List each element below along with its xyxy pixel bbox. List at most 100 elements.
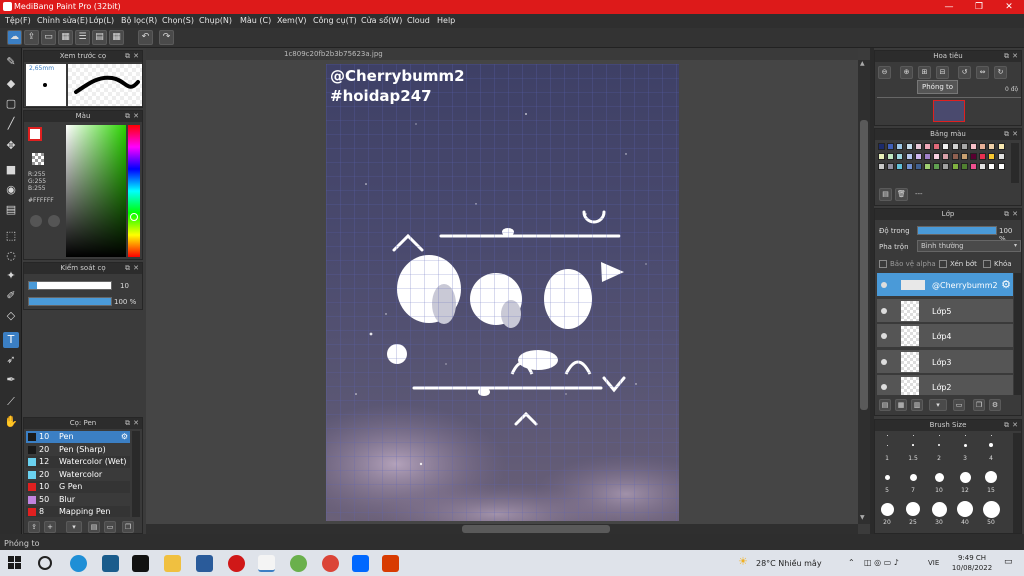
- menu-filter[interactable]: Bộ lọc(R): [121, 16, 157, 25]
- medibang-icon[interactable]: [258, 555, 275, 572]
- hue-handle[interactable]: [130, 213, 138, 221]
- file-explorer-icon[interactable]: [164, 555, 181, 572]
- float-icon[interactable]: ⧉: [1004, 209, 1009, 220]
- bucket-tool-icon[interactable]: ◉: [3, 182, 19, 198]
- float-icon[interactable]: ⧉: [125, 263, 130, 274]
- float-icon[interactable]: ⧉: [125, 418, 130, 429]
- palette-swatch[interactable]: [960, 153, 968, 160]
- palette-swatch[interactable]: [887, 153, 895, 160]
- brush-size-dot[interactable]: [959, 471, 971, 483]
- maximize-button[interactable]: ❐: [964, 0, 994, 14]
- brush-size-dot[interactable]: [991, 435, 992, 436]
- close-icon[interactable]: ✕: [1012, 51, 1018, 62]
- hue-slider[interactable]: [128, 125, 140, 257]
- close-icon[interactable]: ✕: [1012, 420, 1018, 431]
- brush-list-item[interactable]: 8 Mapping Pen: [26, 506, 130, 517]
- color-wheel-icon[interactable]: [48, 215, 60, 227]
- tray-expand-icon[interactable]: ⌃: [848, 558, 855, 567]
- actual-size-icon[interactable]: ⊟: [936, 66, 949, 79]
- upload-icon[interactable]: ⇪: [24, 30, 39, 45]
- layer-row[interactable]: Lớp5: [877, 298, 1013, 323]
- foreground-color-swatch[interactable]: [28, 127, 42, 141]
- palette-swatch[interactable]: [979, 143, 987, 150]
- tray-icons[interactable]: ◫ ◎ ▭ ♪: [864, 558, 899, 567]
- operation-tool-icon[interactable]: ➶: [3, 352, 19, 368]
- lock-checkbox[interactable]: [983, 260, 991, 268]
- rotate-left-icon[interactable]: ↺: [958, 66, 971, 79]
- brush-size-dot[interactable]: [982, 500, 1000, 518]
- lasso-tool-icon[interactable]: ◌: [3, 248, 19, 264]
- minimize-button[interactable]: —: [934, 0, 964, 14]
- rotate-right-icon[interactable]: ↻: [994, 66, 1007, 79]
- vertical-scrollbar[interactable]: ▲ ▼: [858, 60, 870, 524]
- blend-mode-select[interactable]: Bình thường ▾: [917, 240, 1021, 252]
- palette-swatch[interactable]: [988, 143, 996, 150]
- brush-size-dot[interactable]: [934, 472, 944, 482]
- layer-scrollbar[interactable]: [1014, 273, 1021, 395]
- search-icon[interactable]: [38, 556, 52, 570]
- palette-swatch[interactable]: [887, 163, 895, 170]
- palette-swatch[interactable]: [905, 163, 913, 170]
- hand-tool-icon[interactable]: ✋: [3, 414, 19, 430]
- float-icon[interactable]: ⧉: [125, 51, 130, 62]
- palette-swatch[interactable]: [924, 153, 931, 160]
- menu-help[interactable]: Help: [437, 16, 455, 25]
- close-icon[interactable]: ✕: [133, 418, 139, 429]
- horizontal-scroll-thumb[interactable]: [462, 525, 610, 533]
- palette-swatch[interactable]: [942, 153, 950, 160]
- palette-swatch[interactable]: [970, 143, 977, 150]
- menu-edit[interactable]: Chỉnh sửa(E): [37, 16, 88, 25]
- edge-icon[interactable]: [70, 555, 87, 572]
- brush-size-dot[interactable]: [906, 502, 920, 516]
- layer-menu-icon[interactable]: ▾: [929, 399, 947, 411]
- store-icon[interactable]: [102, 555, 119, 572]
- brush-size-dot[interactable]: [880, 502, 894, 516]
- layer-row[interactable]: Lớp3: [877, 349, 1013, 374]
- brush-size-scrollbar[interactable]: [1013, 433, 1021, 533]
- scroll-down-icon[interactable]: ▼: [860, 514, 865, 521]
- folder-icon[interactable]: ▭: [953, 399, 965, 411]
- brush-list-item[interactable]: 10 Pen ⚙: [26, 431, 130, 443]
- canvas-area[interactable]: @Cherrybumm2 #hoidap247: [146, 60, 858, 524]
- palette-swatch[interactable]: [933, 163, 941, 170]
- background-color-swatch[interactable]: [32, 153, 44, 165]
- palette-swatch[interactable]: [914, 153, 922, 160]
- palette-swatch[interactable]: [970, 163, 977, 170]
- brush-size-dot[interactable]: [886, 444, 888, 446]
- palette-swatch[interactable]: [951, 143, 959, 150]
- eye-icon[interactable]: [881, 333, 887, 339]
- brush-size-dot[interactable]: [931, 501, 947, 517]
- brush-size-dot[interactable]: [884, 474, 890, 480]
- brush-list-scrollbar[interactable]: [132, 431, 140, 517]
- document-canvas[interactable]: @Cherrybumm2 #hoidap247: [326, 64, 679, 521]
- palette-icon[interactable]: [30, 215, 42, 227]
- select-tool-icon[interactable]: ⬚: [3, 228, 19, 244]
- brush-size-dot[interactable]: [989, 443, 993, 447]
- line-tool-icon[interactable]: ╱: [3, 116, 19, 132]
- new-halftone-layer-icon[interactable]: ▦: [895, 399, 907, 411]
- layer-row[interactable]: Lớp4: [877, 324, 1013, 348]
- camera-icon[interactable]: [196, 555, 213, 572]
- scroll-up-icon[interactable]: ▲: [860, 60, 865, 67]
- palette-swatch[interactable]: [905, 153, 913, 160]
- float-icon[interactable]: ⧉: [1004, 129, 1009, 140]
- brush-settings-icon[interactable]: ⚙: [121, 432, 128, 441]
- vertical-scroll-thumb[interactable]: [860, 120, 868, 410]
- clip-checkbox[interactable]: [939, 260, 947, 268]
- palette-swatch[interactable]: [924, 143, 931, 150]
- menu-cloud[interactable]: Cloud: [407, 16, 430, 25]
- cloud-brush-icon[interactable]: ⇪: [28, 521, 40, 533]
- list-icon[interactable]: ☰: [75, 30, 90, 45]
- page-icon[interactable]: ▤: [92, 30, 107, 45]
- duplicate-icon[interactable]: ❐: [122, 521, 134, 533]
- palette-swatch[interactable]: [887, 143, 895, 150]
- palette-swatch[interactable]: [979, 153, 987, 160]
- clock[interactable]: 9:49 CH 10/08/2022: [950, 553, 994, 573]
- office-icon[interactable]: [382, 555, 399, 572]
- brush-list-item[interactable]: 20 Pen (Sharp): [26, 443, 130, 456]
- rectangle-tool-icon[interactable]: ▢: [3, 96, 19, 112]
- eyedropper-tool-icon[interactable]: ✒: [3, 372, 19, 388]
- rotation-slider[interactable]: [877, 97, 1021, 98]
- layer-opacity-slider[interactable]: [917, 226, 997, 235]
- windows-start-icon[interactable]: [8, 556, 22, 570]
